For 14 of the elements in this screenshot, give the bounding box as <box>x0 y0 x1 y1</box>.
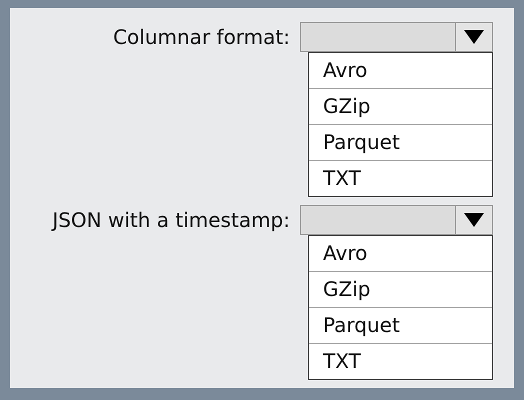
dropdown[interactable] <box>300 22 493 52</box>
option-item[interactable]: Parquet <box>309 124 492 160</box>
option-item[interactable]: Avro <box>309 236 492 271</box>
option-item[interactable]: Parquet <box>309 307 492 343</box>
option-item[interactable]: GZip <box>309 271 492 307</box>
answer-label: Columnar format: <box>112 24 291 51</box>
option-item[interactable]: GZip <box>309 88 492 124</box>
dropdown[interactable] <box>300 205 493 235</box>
answer-label: JSON with a timestamp: <box>50 207 291 234</box>
option-item[interactable]: Avro <box>309 53 492 88</box>
option-item[interactable]: TXT <box>309 343 492 379</box>
option-item[interactable]: TXT <box>309 160 492 196</box>
dropdown-arrow-icon <box>464 30 484 44</box>
dropdown-arrow-icon <box>464 213 484 227</box>
